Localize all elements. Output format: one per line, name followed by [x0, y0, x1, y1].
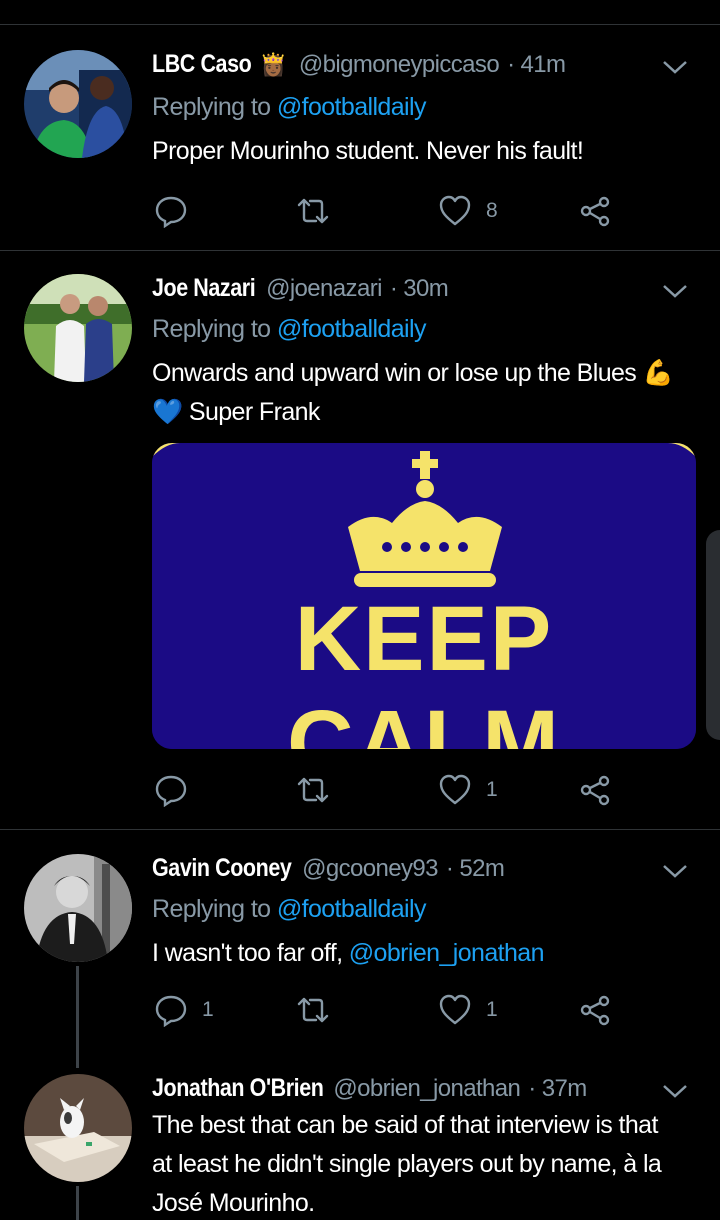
- timestamp[interactable]: · 41m: [507, 51, 566, 79]
- display-name[interactable]: Jonathan O'Brien: [152, 1074, 324, 1103]
- tweet-2[interactable]: Joe Nazari @joenazari · 30m Replying to …: [0, 250, 720, 828]
- heart-icon: [439, 994, 471, 1025]
- media-text-calm: CALM: [287, 692, 561, 749]
- tweet-actions: 8: [152, 191, 632, 231]
- share-button[interactable]: [578, 990, 612, 1030]
- tweet-text-line: José Mourinho.: [152, 1189, 315, 1217]
- chevron-down-icon[interactable]: [660, 56, 690, 76]
- tweet-4[interactable]: Jonathan O'Brien @obrien_jonathan · 37m …: [0, 1050, 720, 1220]
- heart-icon: [439, 774, 471, 805]
- tweet-1[interactable]: LBC Caso 👸🏾 @bigmoneypiccaso · 41m Reply…: [0, 24, 720, 250]
- like-count: 1: [486, 998, 498, 1021]
- tweet-media-image[interactable]: KEEP CALM: [152, 443, 696, 749]
- crown-emoji-icon: 👸🏾: [259, 52, 287, 77]
- retweet-icon: [297, 997, 329, 1023]
- like-button[interactable]: 8: [438, 191, 498, 231]
- like-count: 1: [486, 778, 498, 801]
- replying-to-link[interactable]: @footballdaily: [277, 315, 427, 343]
- share-button[interactable]: [578, 770, 612, 810]
- avatar[interactable]: [24, 854, 132, 962]
- retweet-icon: [297, 198, 329, 224]
- share-icon: [580, 196, 610, 227]
- display-name[interactable]: Gavin Cooney: [152, 854, 292, 883]
- tweet-text: The best that can be said of that interv…: [152, 1106, 662, 1220]
- timeline: LBC Caso 👸🏾 @bigmoneypiccaso · 41m Reply…: [0, 0, 720, 1220]
- reply-button[interactable]: [154, 770, 202, 810]
- tweet-header: Gavin Cooney @gcooney93 · 52m: [152, 854, 505, 894]
- reply-button[interactable]: 1: [154, 990, 214, 1030]
- retweet-button[interactable]: [296, 191, 344, 231]
- replying-to: Replying to @footballdaily: [152, 895, 426, 924]
- replying-label: Replying to: [152, 93, 277, 121]
- tweet-text-line: Onwards and upward win or lose up the Bl…: [152, 359, 674, 387]
- timestamp[interactable]: · 30m: [390, 275, 449, 303]
- like-count: 8: [486, 199, 498, 222]
- reply-icon: [155, 775, 187, 807]
- avatar[interactable]: [24, 50, 132, 158]
- mention-link[interactable]: @obrien_jonathan: [349, 939, 545, 967]
- share-icon: [580, 995, 610, 1026]
- replying-label: Replying to: [152, 315, 277, 343]
- timestamp[interactable]: · 52m: [446, 855, 505, 883]
- chevron-down-icon[interactable]: [660, 1080, 690, 1100]
- tweet-actions: 1 1: [152, 990, 632, 1030]
- heart-icon: [439, 195, 471, 226]
- tweet-text: Onwards and upward win or lose up the Bl…: [152, 354, 674, 432]
- replying-to: Replying to @footballdaily: [152, 93, 426, 122]
- replying-to-link[interactable]: @footballdaily: [277, 93, 427, 121]
- tweet-text-line: The best that can be said of that interv…: [152, 1111, 658, 1139]
- tweet-text-line: at least he didn't single players out by…: [152, 1150, 662, 1178]
- reply-count: 1: [202, 998, 214, 1021]
- share-icon: [580, 775, 610, 806]
- fast-scroll-handle[interactable]: [706, 530, 720, 740]
- replying-to-link[interactable]: @footballdaily: [277, 895, 427, 923]
- display-name[interactable]: LBC Caso: [152, 50, 252, 79]
- reply-icon: [155, 995, 187, 1027]
- tweet-header: Joe Nazari @joenazari · 30m: [152, 274, 449, 314]
- like-button[interactable]: 1: [438, 990, 498, 1030]
- media-text-keep: KEEP: [294, 588, 554, 690]
- like-button[interactable]: 1: [438, 770, 498, 810]
- reply-icon: [155, 196, 187, 228]
- user-handle[interactable]: @gcooney93: [302, 855, 438, 883]
- user-handle[interactable]: @bigmoneypiccaso: [299, 51, 500, 79]
- user-handle[interactable]: @obrien_jonathan: [333, 1075, 521, 1103]
- tweet-text-line: 💙 Super Frank: [152, 398, 320, 426]
- tweet-3[interactable]: Gavin Cooney @gcooney93 · 52m Replying t…: [0, 829, 720, 1049]
- tweet-header: LBC Caso 👸🏾 @bigmoneypiccaso · 41m: [152, 50, 566, 90]
- tweet-text-plain: I wasn't too far off,: [152, 939, 349, 967]
- reply-button[interactable]: [154, 191, 202, 231]
- display-name[interactable]: Joe Nazari: [152, 274, 256, 303]
- tweet-text: Proper Mourinho student. Never his fault…: [152, 137, 584, 165]
- user-handle[interactable]: @joenazari: [266, 275, 382, 303]
- retweet-button[interactable]: [296, 770, 344, 810]
- chevron-down-icon[interactable]: [660, 860, 690, 880]
- avatar[interactable]: [24, 274, 132, 382]
- replying-to: Replying to @footballdaily: [152, 315, 426, 344]
- replying-label: Replying to: [152, 895, 277, 923]
- share-button[interactable]: [578, 191, 612, 231]
- tweet-text: I wasn't too far off, @obrien_jonathan: [152, 934, 544, 973]
- timestamp[interactable]: · 37m: [528, 1075, 587, 1103]
- retweet-icon: [297, 777, 329, 803]
- avatar[interactable]: [24, 1074, 132, 1182]
- chevron-down-icon[interactable]: [660, 280, 690, 300]
- tweet-actions: 1: [152, 770, 632, 810]
- retweet-button[interactable]: [296, 990, 344, 1030]
